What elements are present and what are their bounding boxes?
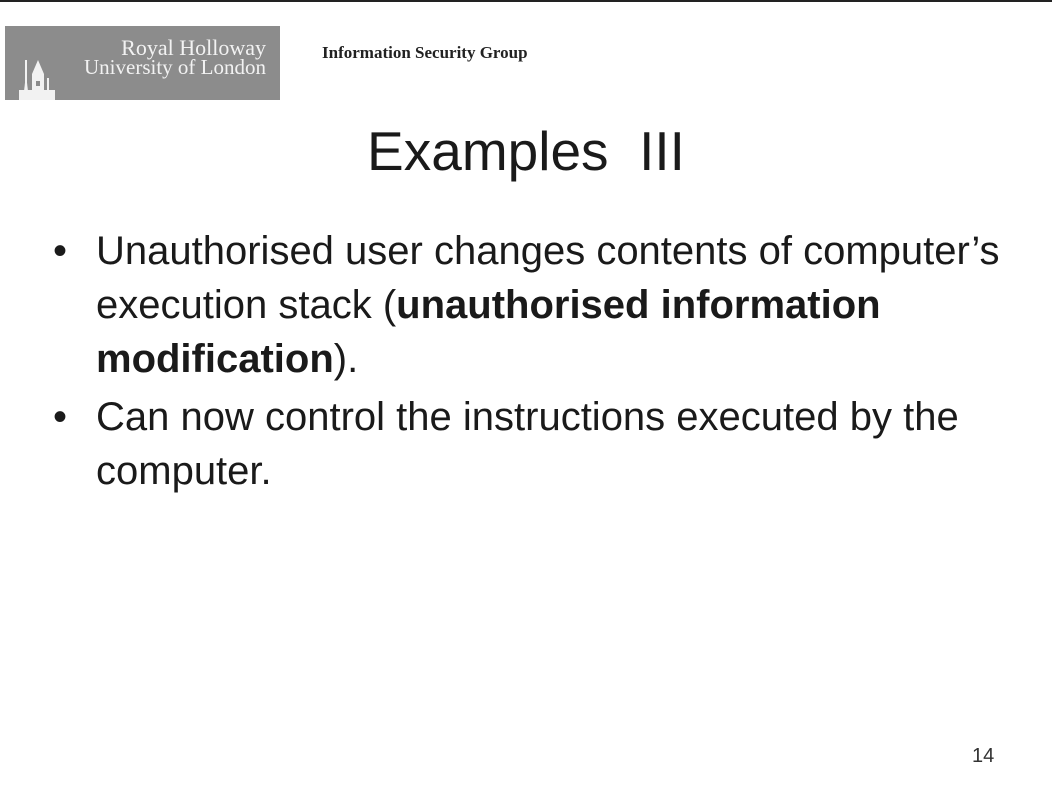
bullet-text-plain-end: ). [333,337,359,381]
slide-title: Examples III [367,120,685,182]
bullet-list: • Unauthorised user changes contents of … [53,224,1033,502]
page-number: 14 [972,745,995,767]
bullet-item: • Unauthorised user changes contents of … [53,224,1033,386]
bullet-dot-icon: • [53,229,68,273]
university-logo: Royal Holloway University of London [5,26,280,100]
logo-text-university: University of London [84,55,266,79]
group-name: Information Security Group [322,43,528,62]
bullet-text-plain: Can now control the instructions execute… [96,395,959,493]
bullet-text: Unauthorised user changes contents of co… [96,229,1000,381]
bullet-item: • Can now control the instructions execu… [53,390,1033,498]
bullet-text: Can now control the instructions execute… [96,395,959,493]
top-border [0,0,1052,2]
bullet-dot-icon: • [53,395,68,439]
